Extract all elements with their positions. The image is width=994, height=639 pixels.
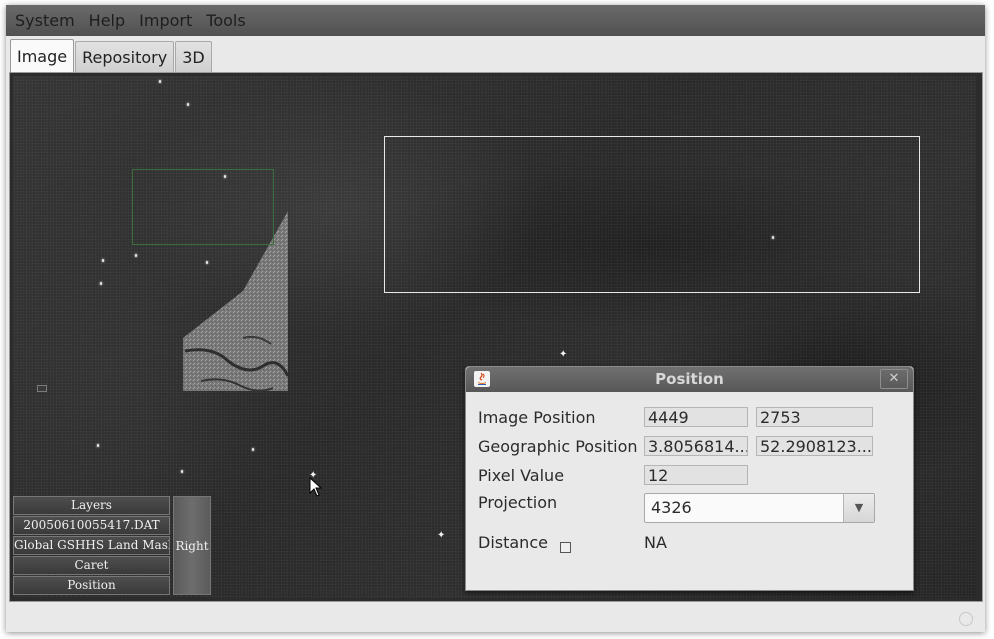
target-dot <box>252 448 254 451</box>
close-button[interactable]: ✕ <box>880 369 908 389</box>
target-dot <box>102 259 104 262</box>
menu-system[interactable]: System <box>6 5 82 36</box>
distance-value: NA <box>644 533 667 552</box>
status-indicator-icon <box>959 612 973 626</box>
layers-button[interactable]: Layers <box>13 496 170 515</box>
target-dot <box>206 261 208 264</box>
projection-label: Projection <box>478 493 558 512</box>
roi-box-green[interactable] <box>132 169 274 245</box>
menubar: System Help Import Tools <box>6 5 985 36</box>
layer-panel: Layers 20050610055417.DAT Global GSHHS L… <box>13 496 213 598</box>
projection-value: 4326 <box>651 498 692 517</box>
image-position-x-field[interactable]: 4449 <box>644 407 748 427</box>
layer-land-mask-button[interactable]: Global GSHHS Land Mask <box>13 536 170 555</box>
target-dot <box>224 175 226 178</box>
target-dot <box>772 236 774 239</box>
layer-image-button[interactable]: 20050610055417.DAT <box>13 516 170 535</box>
target-dot <box>181 470 183 473</box>
target-dot <box>97 444 99 447</box>
tab-repository[interactable]: Repository <box>75 41 175 73</box>
layer-position-button[interactable]: Position <box>13 576 170 595</box>
menu-tools[interactable]: Tools <box>199 5 252 36</box>
image-position-label: Image Position <box>478 408 596 427</box>
distance-checkbox[interactable] <box>560 542 571 553</box>
mouse-cursor-icon <box>309 477 323 497</box>
dialog-title: Position <box>655 370 724 388</box>
roi-box-white[interactable] <box>384 136 920 293</box>
tab-image[interactable]: Image <box>10 39 75 74</box>
distance-label: Distance <box>478 533 548 552</box>
close-icon: ✕ <box>888 371 900 386</box>
menu-import[interactable]: Import <box>132 5 199 36</box>
marker-icon <box>37 385 47 392</box>
target-dot <box>187 103 189 106</box>
right-panel-label: Right <box>175 538 209 553</box>
tab-bar: Image Repository 3D <box>10 39 213 74</box>
right-panel-button[interactable]: Right <box>173 496 211 595</box>
dialog-titlebar[interactable]: Position ✕ <box>466 367 913 392</box>
layer-caret-button[interactable]: Caret <box>13 556 170 575</box>
pixel-value-field[interactable]: 12 <box>644 465 748 485</box>
bright-target-icon: ✦ <box>559 349 568 360</box>
target-dot <box>159 80 161 83</box>
pixel-value-label: Pixel Value <box>478 466 565 485</box>
chevron-down-icon[interactable]: ▼ <box>843 494 874 522</box>
position-dialog: Position ✕ Image Position 4449 2753 Geog… <box>465 366 914 591</box>
geographic-lon-field[interactable]: 3.8056814... <box>644 436 748 456</box>
projection-select[interactable]: 4326 ▼ <box>644 493 875 523</box>
target-dot <box>135 254 137 257</box>
tab-3d[interactable]: 3D <box>175 41 212 73</box>
geographic-position-label: Geographic Position <box>478 437 638 456</box>
bright-target-icon: ✦ <box>437 530 446 541</box>
target-dot <box>100 282 102 285</box>
app-window: System Help Import Tools Image Repositor… <box>6 5 985 632</box>
image-position-y-field[interactable]: 2753 <box>756 407 873 427</box>
menu-help[interactable]: Help <box>82 5 132 36</box>
geographic-lat-field[interactable]: 52.2908123... <box>756 436 873 456</box>
